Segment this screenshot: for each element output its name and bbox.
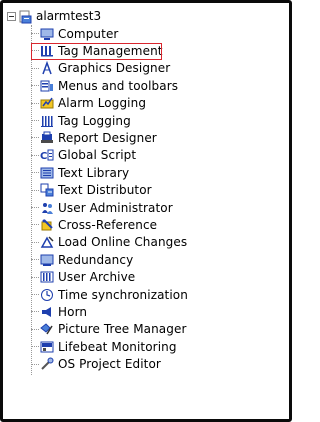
load-online-changes-icon <box>40 235 54 249</box>
tree-item-label: Picture Tree Manager <box>58 322 187 337</box>
tree-item[interactable]: C Global Script <box>31 147 136 164</box>
user-archive-icon <box>40 270 54 284</box>
project-icon <box>19 9 33 24</box>
tree-item-label: Report Designer <box>58 130 157 145</box>
tree-connector <box>31 311 39 313</box>
alarm-logging-icon <box>40 96 54 110</box>
tree-item[interactable]: Text Library <box>31 164 129 181</box>
global-script-icon: C <box>40 148 54 162</box>
tree-item[interactable]: Picture Tree Manager <box>31 321 187 338</box>
cross-reference-icon <box>40 218 54 232</box>
tree-item[interactable]: Alarm Logging <box>31 95 146 112</box>
tree-item-label: Computer <box>58 26 119 41</box>
tree-item[interactable]: Horn <box>31 303 87 320</box>
tree-item-label: Alarm Logging <box>58 96 147 111</box>
tree-connector <box>31 328 39 330</box>
text-library-icon <box>40 166 54 180</box>
tree-item-label: Lifebeat Monitoring <box>58 339 177 354</box>
tree-item[interactable]: Load Online Changes <box>31 234 187 251</box>
tree-connector <box>31 207 39 208</box>
tree-item[interactable]: Graphics Designer <box>31 60 170 77</box>
tree-connector <box>31 259 39 261</box>
tree-connector <box>31 224 39 226</box>
tree-item-label: User Administrator <box>58 200 173 215</box>
tree-item[interactable]: Report Designer <box>31 129 157 146</box>
menus-toolbars-icon <box>40 79 54 93</box>
redundancy-icon <box>40 253 54 267</box>
project-name[interactable]: alarmtest3 <box>36 9 101 23</box>
tree-item-label: OS Project Editor <box>58 357 161 372</box>
tree-connector <box>31 137 39 139</box>
tree-item-label: Graphics Designer <box>58 61 171 76</box>
tree-item-label: Time synchronization <box>58 287 188 302</box>
time-sync-icon <box>40 288 54 302</box>
tree-item[interactable]: Menus and toolbars <box>31 77 178 94</box>
collapse-toggle-icon[interactable] <box>7 11 16 21</box>
tree-root[interactable]: alarmtest3 <box>7 7 101 25</box>
tree-connector <box>31 172 39 174</box>
tree-connector <box>31 189 39 191</box>
user-administrator-icon <box>40 201 54 215</box>
tree-item-label: Load Online Changes <box>58 235 188 250</box>
tree-item[interactable]: Text Distributor <box>31 182 152 199</box>
tree-item-label: Tag Logging <box>58 113 131 128</box>
tree-connector <box>31 85 39 87</box>
tree-item[interactable]: User Administrator <box>31 199 173 216</box>
report-designer-icon <box>40 131 54 145</box>
selection-highlight-box <box>31 43 162 60</box>
tree-item[interactable]: Lifebeat Monitoring <box>31 338 177 355</box>
tree-item-label: Global Script <box>58 148 137 163</box>
tree-item-label: User Archive <box>58 270 136 285</box>
picture-tree-manager-icon <box>40 322 54 336</box>
tree-item-label: Horn <box>58 304 88 319</box>
tree-connector <box>31 241 39 243</box>
computer-icon <box>40 27 54 41</box>
horn-icon <box>40 305 54 319</box>
tree-connector <box>31 102 39 104</box>
tree-item[interactable]: Redundancy <box>31 251 133 268</box>
lifebeat-monitoring-icon <box>40 340 54 354</box>
tree-connector <box>31 154 39 156</box>
tree-connector <box>31 363 39 365</box>
tree-connector <box>31 276 39 278</box>
window-frame: alarmtest3 Computer Tag Management Graphic… <box>0 0 292 422</box>
tree-item-label: Text Distributor <box>58 183 152 198</box>
tree-item-label: Text Library <box>58 165 130 180</box>
text-distributor-icon <box>40 183 54 197</box>
graphics-designer-icon <box>40 61 54 75</box>
tree-item[interactable]: Time synchronization <box>31 286 188 303</box>
os-project-editor-icon <box>40 357 54 371</box>
tree-item[interactable]: User Archive <box>31 269 135 286</box>
tree-item[interactable]: Computer <box>31 25 118 42</box>
tree-item[interactable]: Tag Logging <box>31 112 131 129</box>
svg-text:C: C <box>40 151 47 162</box>
tree-item-label: Menus and toolbars <box>58 78 179 93</box>
tree-item[interactable]: OS Project Editor <box>31 356 161 373</box>
tree-item-label: Redundancy <box>58 252 134 267</box>
tree-connector <box>31 120 39 121</box>
tree-connector <box>31 33 39 34</box>
tag-logging-icon <box>40 114 54 128</box>
tree-item[interactable]: Cross-Reference <box>31 216 157 233</box>
tree-connector <box>31 346 39 348</box>
tree-connector <box>31 294 39 295</box>
tree-connector <box>31 67 39 69</box>
tree-item-label: Cross-Reference <box>58 217 158 232</box>
